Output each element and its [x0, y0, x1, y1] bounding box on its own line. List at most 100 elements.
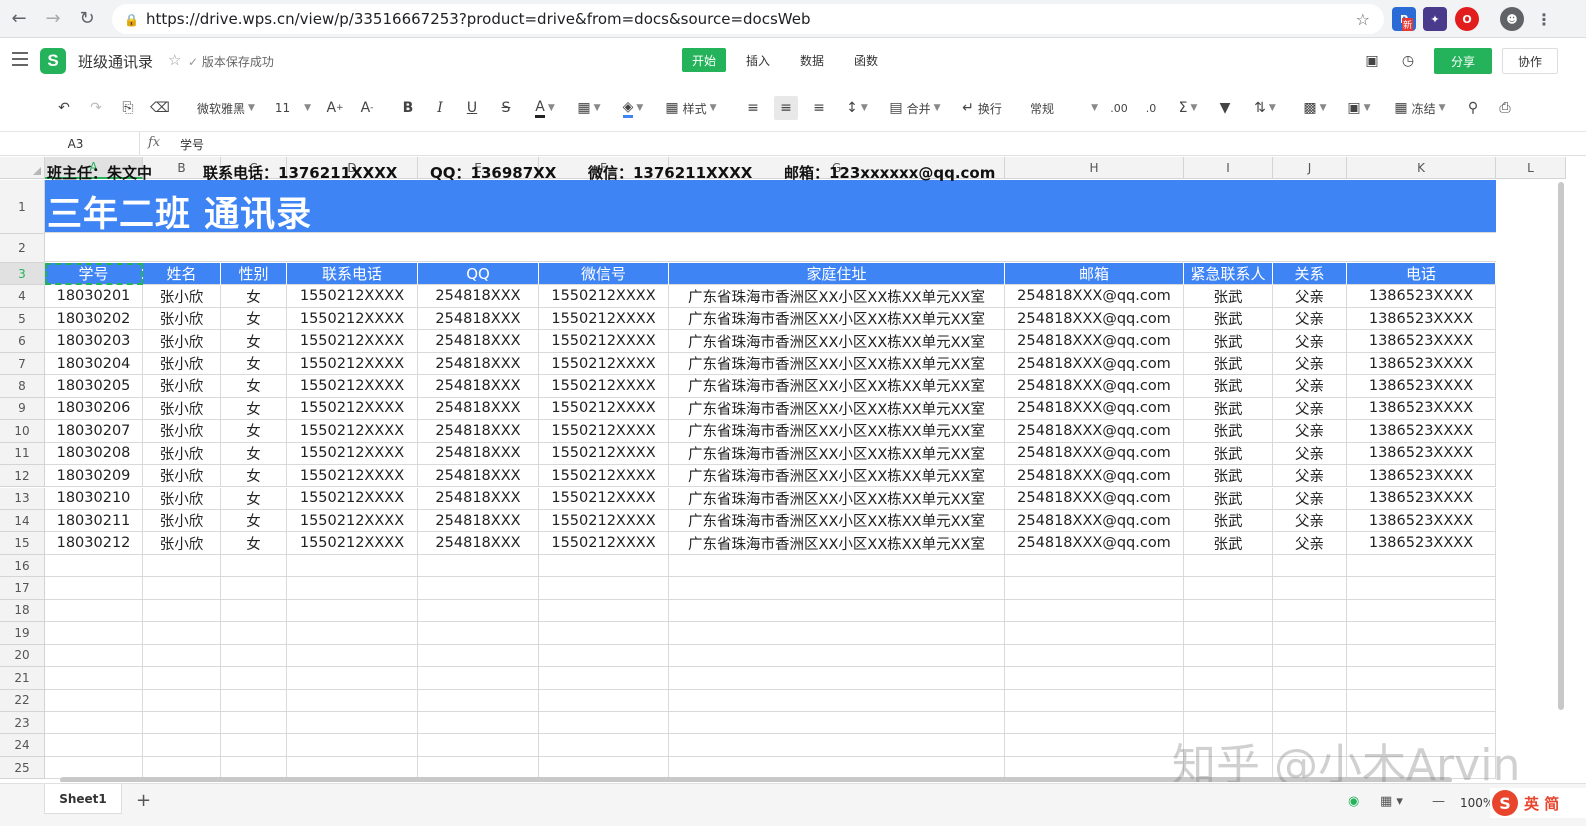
table-cell[interactable]: 1386523XXXX [1347, 375, 1496, 398]
header-cell[interactable]: 联系电话 [287, 263, 418, 286]
table-cell[interactable]: 254818XXX [418, 375, 539, 398]
empty-cell[interactable] [539, 599, 669, 623]
empty-cell[interactable] [287, 756, 418, 780]
empty-cell[interactable] [1273, 689, 1347, 712]
present-icon[interactable]: ▣ [1362, 51, 1382, 71]
row-header[interactable]: 7 [0, 352, 45, 376]
tab-insert[interactable]: 插入 [736, 48, 780, 72]
empty-cell[interactable] [45, 577, 143, 600]
table-cell[interactable]: 广东省珠海市香洲区XX小区XX栋XX单元XX室 [669, 487, 1005, 510]
empty-cell[interactable] [669, 712, 1005, 735]
table-cell[interactable]: 1386523XXXX [1347, 352, 1496, 376]
empty-cell[interactable] [1347, 689, 1496, 712]
empty-cell[interactable] [45, 554, 143, 578]
view-mode-icon[interactable]: ▦ ▾ [1380, 794, 1403, 809]
table-cell[interactable]: 1550212XXXX [287, 420, 418, 443]
number-format-select[interactable]: 常规 ▼ [1030, 96, 1098, 120]
empty-cell[interactable] [221, 689, 287, 712]
table-cell[interactable]: 广东省珠海市香洲区XX小区XX栋XX单元XX室 [669, 397, 1005, 421]
strikethrough-button[interactable]: S [496, 96, 516, 120]
table-cell[interactable]: 父亲 [1273, 285, 1347, 308]
empty-cell[interactable] [539, 756, 669, 780]
empty-cell[interactable] [221, 554, 287, 578]
font-size-select[interactable]: 11 ▼ [270, 96, 316, 120]
column-header[interactable]: H [1005, 157, 1184, 179]
browser-menu-icon[interactable]: ⋮ [1532, 7, 1556, 31]
header-cell[interactable]: 家庭住址 [669, 263, 1005, 286]
empty-cell[interactable] [1005, 644, 1184, 668]
undo-icon[interactable]: ↶ [54, 96, 74, 120]
table-cell[interactable]: 父亲 [1273, 532, 1347, 555]
table-cell[interactable]: 1550212XXXX [539, 442, 669, 466]
table-cell[interactable]: 张武 [1184, 352, 1273, 376]
table-cell[interactable]: 广东省珠海市香洲区XX小区XX栋XX单元XX室 [669, 465, 1005, 488]
ime-indicator[interactable]: S 英 简 [1490, 788, 1586, 818]
bookmark-star-icon[interactable]: ☆ [1356, 10, 1370, 29]
back-arrow-icon[interactable]: ← [4, 4, 34, 34]
row-header[interactable]: 24 [0, 734, 45, 757]
table-cell[interactable]: 254818XXX [418, 509, 539, 533]
table-cell[interactable]: 254818XXX [418, 465, 539, 488]
row-header[interactable]: 19 [0, 622, 45, 645]
share-button[interactable]: 分享 [1434, 48, 1492, 74]
empty-cell[interactable] [1184, 554, 1273, 578]
empty-cell[interactable] [418, 644, 539, 668]
table-cell[interactable]: 254818XXX@qq.com [1005, 307, 1184, 331]
empty-cell[interactable] [143, 622, 221, 645]
table-cell[interactable]: 1550212XXXX [287, 532, 418, 555]
row-header[interactable]: 10 [0, 420, 45, 443]
table-cell[interactable]: 1550212XXXX [287, 307, 418, 331]
table-cell[interactable]: 1386523XXXX [1347, 307, 1496, 331]
empty-cell[interactable] [221, 712, 287, 735]
table-cell[interactable]: 张小欣 [143, 442, 221, 466]
table-cell[interactable]: 1550212XXXX [287, 487, 418, 510]
increase-font-icon[interactable]: A + [324, 96, 346, 120]
row-header[interactable]: 13 [0, 487, 45, 510]
reload-icon[interactable]: ↻ [72, 4, 102, 34]
row-header[interactable]: 9 [0, 397, 45, 421]
empty-cell[interactable] [287, 689, 418, 712]
empty-cell[interactable] [539, 644, 669, 668]
table-cell[interactable]: 女 [221, 465, 287, 488]
table-cell[interactable]: 18030209 [45, 465, 143, 488]
align-right-icon[interactable]: ≡ [808, 96, 830, 120]
table-cell[interactable]: 254818XXX [418, 307, 539, 331]
table-cell[interactable]: 254818XXX@qq.com [1005, 375, 1184, 398]
empty-cell[interactable] [1347, 622, 1496, 645]
row-header[interactable]: 23 [0, 712, 45, 735]
column-header[interactable]: L [1496, 157, 1566, 179]
filter-icon[interactable]: ▼ [1214, 96, 1236, 120]
table-cell[interactable]: 广东省珠海市香洲区XX小区XX栋XX单元XX室 [669, 442, 1005, 466]
align-center-icon[interactable]: ≡ [774, 96, 798, 120]
table-cell[interactable]: 张小欣 [143, 330, 221, 353]
empty-cell[interactable] [287, 734, 418, 757]
empty-cell[interactable] [45, 689, 143, 712]
table-cell[interactable]: 1386523XXXX [1347, 509, 1496, 533]
empty-cell[interactable] [143, 667, 221, 690]
profile-avatar-icon[interactable]: ☻ [1500, 7, 1524, 31]
table-cell[interactable]: 广东省珠海市香洲区XX小区XX栋XX单元XX室 [669, 532, 1005, 555]
row-header[interactable]: 21 [0, 667, 45, 690]
zoom-out-icon[interactable]: — [1432, 794, 1445, 809]
empty-cell[interactable] [1184, 577, 1273, 600]
empty-cell[interactable] [1273, 554, 1347, 578]
header-cell[interactable]: 邮箱 [1005, 263, 1184, 286]
empty-cell[interactable] [1347, 554, 1496, 578]
empty-cell[interactable] [539, 577, 669, 600]
table-cell[interactable]: 254818XXX [418, 330, 539, 353]
table-cell[interactable]: 广东省珠海市香洲区XX小区XX栋XX单元XX室 [669, 509, 1005, 533]
freeze-button[interactable]: ▦ 冻结 ▼ [1388, 96, 1452, 120]
header-cell[interactable]: 微信号 [539, 263, 669, 286]
table-cell[interactable]: 女 [221, 420, 287, 443]
table-cell[interactable]: 张小欣 [143, 532, 221, 555]
table-cell[interactable]: 1550212XXXX [287, 509, 418, 533]
table-cell[interactable]: 1550212XXXX [539, 397, 669, 421]
table-cell[interactable]: 女 [221, 285, 287, 308]
formula-input[interactable]: 学号 [180, 136, 204, 153]
table-cell[interactable]: 女 [221, 532, 287, 555]
redo-icon[interactable]: ↷ [86, 96, 106, 120]
empty-cell[interactable] [1005, 622, 1184, 645]
empty-cell[interactable] [1184, 599, 1273, 623]
spreadsheet-grid[interactable]: A B C D E F G H I J K L 1 2 3 4 5 6 7 8 9 10 11 12 13 14 15 16 17 18 1… [0, 157, 1586, 782]
header-cell[interactable]: QQ [418, 263, 539, 286]
